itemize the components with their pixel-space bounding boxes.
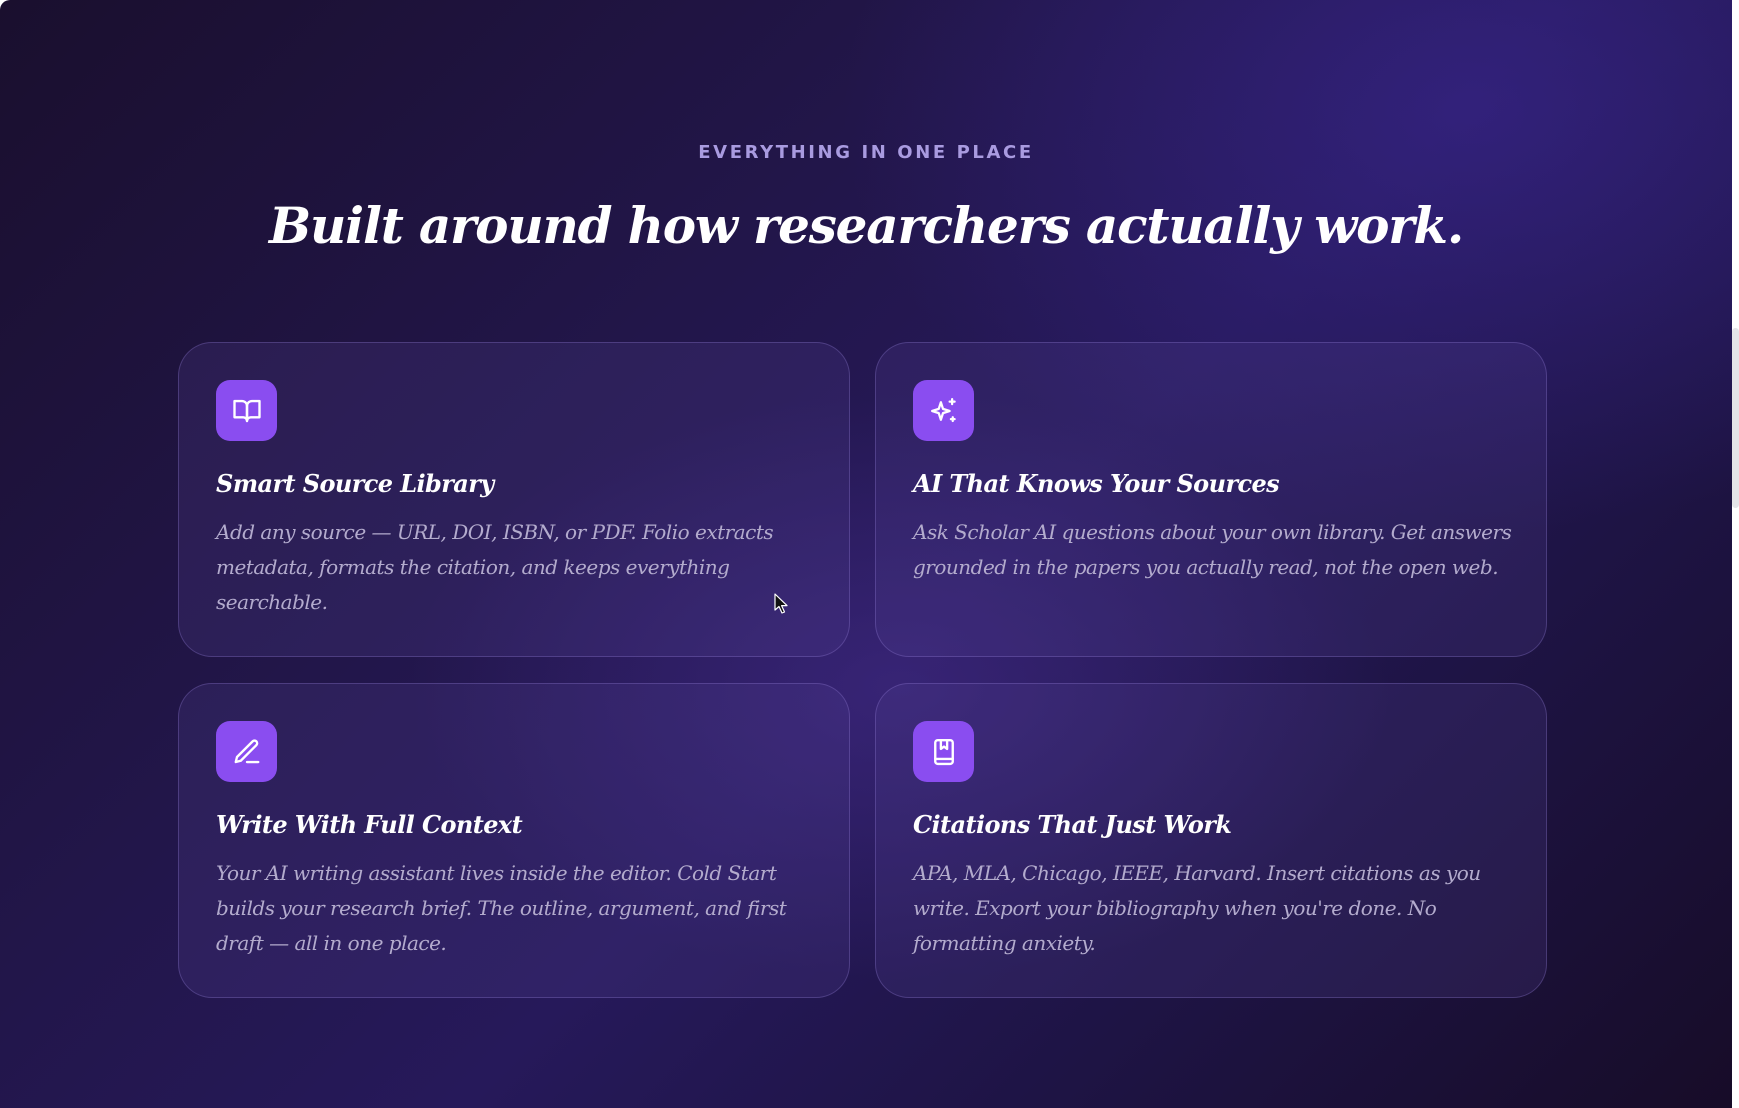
feature-card-citations-just-work: Citations That Just Work APA, MLA, Chica… [875, 683, 1547, 998]
sparkles-icon [913, 380, 974, 441]
feature-description: Your AI writing assistant lives inside t… [216, 861, 787, 955]
feature-description: Ask Scholar AI questions about your own … [913, 520, 1512, 579]
features-section: EVERYTHING IN ONE PLACE Built around how… [0, 0, 1732, 1108]
feature-card-smart-source-library: Smart Source Library Add any source — UR… [178, 342, 850, 657]
bookmark-book-icon [913, 721, 974, 782]
open-book-icon [216, 380, 277, 441]
mouse-cursor-icon [774, 593, 788, 614]
feature-description: Add any source — URL, DOI, ISBN, or PDF.… [216, 520, 774, 614]
section-headline: Built around how researchers actually wo… [268, 196, 1464, 255]
feature-description: APA, MLA, Chicago, IEEE, Harvard. Insert… [913, 861, 1481, 955]
pencil-icon [216, 721, 277, 782]
scrollbar-track[interactable] [1732, 0, 1739, 1108]
feature-title: Citations That Just Work [913, 810, 1232, 839]
section-eyebrow: EVERYTHING IN ONE PLACE [698, 142, 1034, 163]
feature-title: Smart Source Library [216, 469, 494, 498]
scrollbar-thumb[interactable] [1732, 328, 1739, 508]
feature-title: Write With Full Context [216, 810, 523, 839]
feature-title: AI That Knows Your Sources [913, 469, 1280, 498]
feature-card-ai-knows-sources: AI That Knows Your Sources Ask Scholar A… [875, 342, 1547, 657]
feature-card-write-full-context: Write With Full Context Your AI writing … [178, 683, 850, 998]
